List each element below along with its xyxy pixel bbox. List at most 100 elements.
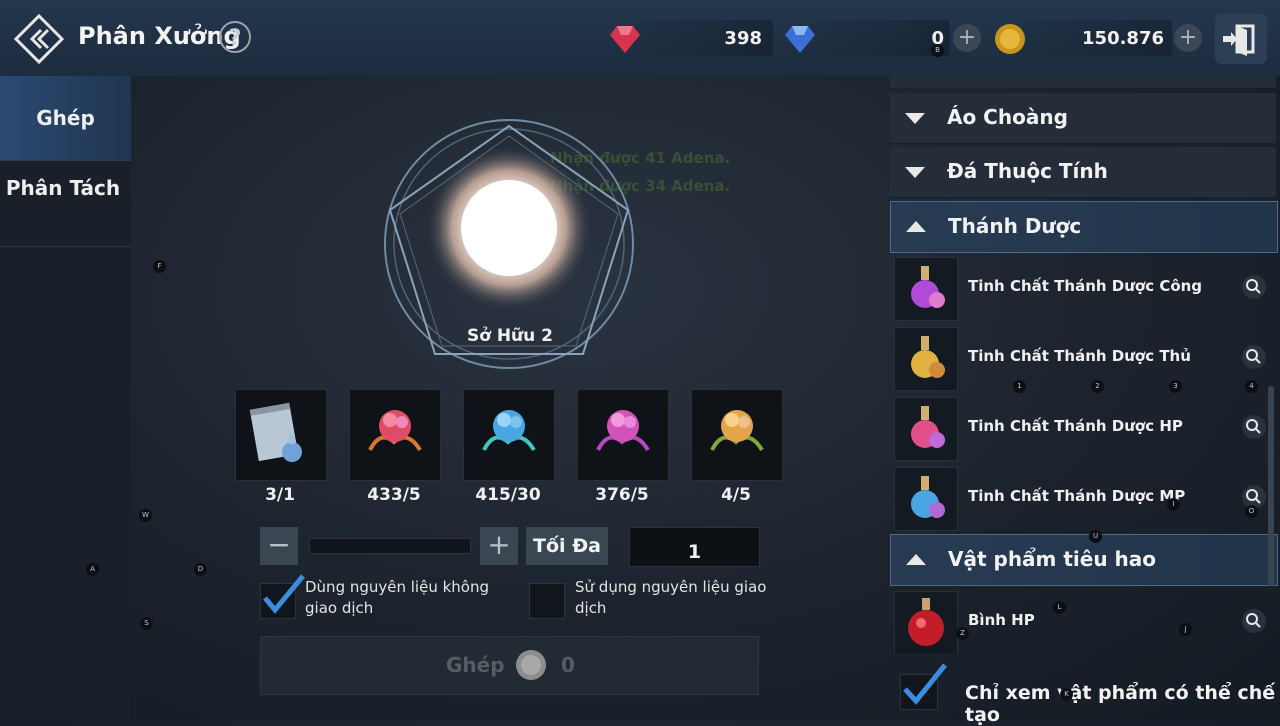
quantity-input[interactable]: 1 [629,527,760,567]
add-blue-gem-button[interactable]: + [953,24,981,52]
tab-divider [0,246,131,247]
tab-phan-tach-label: Phân Tách [5,176,121,200]
key-hint: F [153,260,166,273]
key-hint: L [1053,601,1066,614]
key-hint: A [86,563,99,576]
material-slot[interactable] [577,389,669,481]
gold-elixir-icon [894,327,958,391]
material-count: 4/5 [721,485,751,505]
back-icon[interactable] [13,13,65,65]
key-hint: S [140,617,153,630]
exit-door-icon [1223,24,1255,56]
chevron-up-icon [906,221,926,232]
chevron-down-icon [905,113,925,124]
blue-flower-icon [482,410,536,452]
magnifier-icon[interactable] [1242,275,1266,299]
key-hint: 4 [1245,380,1258,393]
sidebar: Ghép Phân Tách [0,76,131,720]
check-icon [903,663,947,705]
category-label: Đá Thuộc Tính [947,159,1108,183]
recipe-name: Tinh Chất Thánh Dược MP [968,487,1186,505]
magnifier-icon[interactable] [1242,415,1266,439]
gold-coin-icon [994,23,1026,59]
purple-elixir-icon [894,257,958,321]
material-count: 376/5 [595,485,649,505]
key-hint: D [194,563,207,576]
recipe-item[interactable]: Tinh Chất Thánh Dược MP [890,465,1276,533]
material-slot[interactable] [463,389,555,481]
tab-ghep-label: Ghép [36,106,95,130]
blue-elixir-icon [894,467,958,531]
increase-button[interactable]: + [480,527,518,565]
category-ao-choang[interactable]: Áo Choàng [890,93,1276,144]
tab-ghep[interactable]: Ghép [0,76,131,160]
owned-count: Sở Hữu 2 [466,326,554,346]
blue-gem-icon [784,24,816,58]
ghep-button-label: Ghép [446,653,505,677]
recipe-item[interactable]: Bình HP [890,589,1276,654]
trade-checkbox[interactable] [529,583,565,619]
top-bar: Phân Xưởng ? 398 0 + 150.876 + [0,0,1280,76]
red-flower-icon [368,410,422,452]
red-elixir-icon [894,397,958,461]
exit-button[interactable] [1215,14,1267,64]
tab-phan-tach[interactable]: Phân Tách [0,173,126,203]
key-hint: 2 [1091,380,1104,393]
key-hint: J [1179,623,1192,636]
purple-flower-icon [596,410,650,452]
decrease-button[interactable]: − [260,527,298,565]
category-thanh-duoc[interactable]: Thánh Dược [890,201,1278,253]
category-vat-pham-tieu-hao[interactable]: Vật phẩm tiêu hao [890,534,1278,586]
material-count: 415/30 [475,485,541,505]
nontrade-label: Dùng nguyên liệu không giao dịch [305,578,490,617]
key-hint: W [139,509,152,522]
tab-divider [0,160,131,161]
key-hint: 1 [1013,380,1026,393]
chevron-down-icon [905,167,925,178]
ghep-cost: 0 [561,653,575,677]
key-hint: Z [956,627,969,640]
recipe-name: Bình HP [968,611,1035,629]
check-icon [263,574,305,614]
recipe-name: Tinh Chất Thánh Dược Công [968,277,1203,295]
material-count: 3/1 [265,485,295,505]
gold-flower-icon [710,410,764,452]
category-label: Vật phẩm tiêu hao [948,547,1157,571]
category-label: Thánh Dược [948,214,1082,238]
recipe-item[interactable]: Tinh Chất Thánh Dược HP [890,395,1276,463]
ghep-button[interactable]: Ghép 0 [260,636,759,695]
key-hint: K [1060,688,1073,701]
only-craftable-checkbox[interactable] [900,663,947,710]
recipe-name: Tinh Chất Thánh Dược HP [968,417,1183,435]
magnifier-icon[interactable] [1242,345,1266,369]
category-da-thuoc-tinh[interactable]: Đá Thuộc Tính [890,147,1276,198]
recipe-list-scrollbar[interactable] [1268,386,1274,586]
material-slot[interactable] [691,389,783,481]
trade-label: Sử dụng nguyên liệu giao dịch [575,578,767,617]
chevron-up-icon [906,554,926,565]
max-button[interactable]: Tối Đa [526,527,608,565]
recipe-list: Áo Choàng Đá Thuộc Tính Thánh Dược Tinh … [890,76,1280,654]
recipe-item[interactable]: Tinh Chất Thánh Dược Thủ [890,325,1276,393]
recipe-item[interactable]: Tinh Chất Thánh Dược Công [890,255,1276,323]
recipe-name: Tinh Chất Thánh Dược Thủ [968,347,1191,365]
key-hint: B [931,44,944,57]
key-hint: 3 [1169,380,1182,393]
red-gem-icon [609,24,641,58]
gold-value: 150.876 [1082,28,1164,49]
key-hint: U [1089,530,1102,543]
nontrade-checkbox[interactable] [260,574,305,619]
page-title: Phân Xưởng [78,22,241,50]
category-label: Áo Choàng [947,105,1068,129]
silver-coin-icon [513,649,549,685]
key-hint: O [1245,505,1258,518]
quantity-slider[interactable] [309,538,471,554]
material-slot[interactable] [235,389,327,481]
red-potion-icon [894,591,958,654]
add-gold-button[interactable]: + [1174,24,1202,52]
help-icon[interactable]: ? [219,21,251,53]
material-slot[interactable] [349,389,441,481]
only-craftable-label: Chỉ xem vật phẩm có thể chế tạo [965,682,1276,726]
magnifier-icon[interactable] [1242,609,1266,633]
list-item-partial [890,76,1276,88]
